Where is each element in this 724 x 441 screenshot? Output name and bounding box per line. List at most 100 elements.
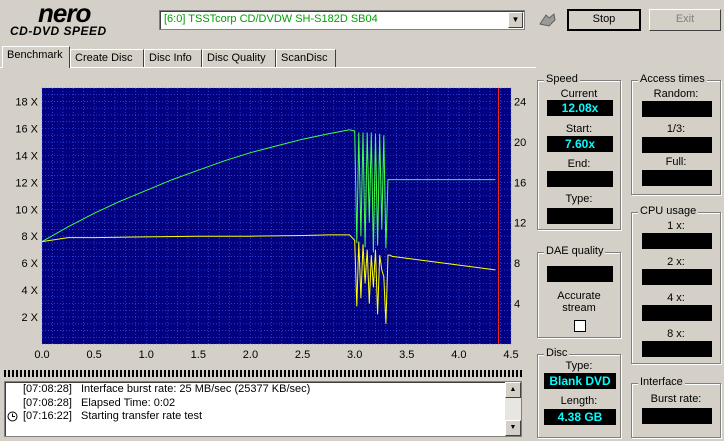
speed-group: Speed Current 12.08x Start: 7.60x End: T… bbox=[537, 73, 621, 230]
random-access-label: Random: bbox=[653, 88, 699, 100]
eject-disc-icon[interactable] bbox=[536, 10, 558, 30]
y-left-tick-label: 18 X bbox=[15, 96, 38, 108]
disc-type-value: Blank DVD bbox=[544, 373, 616, 389]
y-right-tick-label: 12 bbox=[514, 218, 526, 230]
interface-title: Interface bbox=[638, 376, 685, 388]
y-right-tick-label: 4 bbox=[514, 299, 520, 311]
end-speed-label: End: bbox=[567, 158, 591, 170]
cpu-usage-title: CPU usage bbox=[638, 205, 699, 217]
x-tick-label: 0.0 bbox=[34, 349, 49, 361]
accurate-stream-checkbox bbox=[574, 320, 586, 332]
exit-button[interactable]: Exit bbox=[649, 9, 721, 31]
x-tick-label: 3.0 bbox=[347, 349, 362, 361]
stop-button[interactable]: Stop bbox=[567, 9, 641, 31]
logo-product: CD-DVD SPEED bbox=[10, 24, 107, 38]
disc-type-label: Type: bbox=[565, 360, 593, 372]
scroll-down-icon[interactable]: ▼ bbox=[505, 420, 521, 436]
y-left-tick-label: 8 X bbox=[21, 231, 38, 243]
disc-group: Disc Type: Blank DVD Length: 4.38 GB bbox=[537, 347, 621, 438]
disc-title: Disc bbox=[544, 347, 570, 359]
cpu-usage-group: CPU usage 1 x: 2 x: 4 x: 8 x: bbox=[631, 205, 721, 364]
benchmark-chart: 0.0 0.5 1.0 1.5 2.0 2.5 3.0 3.5 4.0 4.5 2 X 4 X 6 X… bbox=[15, 87, 526, 361]
x-tick-label: 4.5 bbox=[503, 349, 518, 361]
speed-title: Speed bbox=[544, 73, 580, 85]
x-tick-label: 2.5 bbox=[295, 349, 310, 361]
log-entry: [07:08:28] Elapsed Time: 0:02 bbox=[5, 397, 505, 410]
log-time: [07:16:22] bbox=[23, 410, 72, 422]
start-speed-value: 7.60x bbox=[547, 136, 613, 152]
y-left-tick-label: 2 X bbox=[21, 312, 38, 324]
x-tick-label: 3.5 bbox=[399, 349, 414, 361]
log-message: Interface burst rate: 25 MB/sec (25377 K… bbox=[81, 383, 311, 395]
cpu-8x-label: 8 x: bbox=[667, 328, 685, 340]
access-times-group: Access times Random: 1/3: Full: bbox=[631, 73, 721, 195]
y-left-tick-label: 10 X bbox=[15, 204, 38, 216]
y-right-tick-label: 8 bbox=[514, 258, 520, 270]
burst-rate-value bbox=[642, 408, 712, 424]
current-speed-label: Current bbox=[560, 88, 598, 100]
y-right-tick-label: 16 bbox=[514, 177, 526, 189]
x-tick-label: 1.5 bbox=[191, 349, 206, 361]
x-tick-label: 2.0 bbox=[243, 349, 258, 361]
disc-length-label: Length: bbox=[560, 395, 598, 407]
access-times-title: Access times bbox=[638, 73, 707, 85]
cpu-2x-label: 2 x: bbox=[667, 256, 685, 268]
full-access-label: Full: bbox=[665, 156, 687, 168]
tab-disc-info[interactable]: Disc Info bbox=[144, 49, 202, 67]
third-access-label: 1/3: bbox=[666, 123, 686, 135]
y-left-tick-label: 4 X bbox=[21, 285, 38, 297]
type-speed-label: Type: bbox=[565, 193, 593, 205]
cpu-4x-value bbox=[642, 305, 712, 321]
log-time: [07:08:28] bbox=[23, 383, 72, 395]
full-access-value bbox=[642, 170, 712, 186]
nero-logo: nero CD-DVD SPEED bbox=[8, 0, 150, 38]
accurate-stream-label: Accurate stream bbox=[557, 290, 601, 314]
y-left-axis-ticks: 2 X 4 X 6 X 8 X 10 X 12 X 14 X 16 X 18 X bbox=[15, 96, 38, 324]
dae-quality-value bbox=[547, 266, 613, 282]
dae-quality-group: DAE quality Accurate stream bbox=[537, 245, 621, 338]
type-speed-value bbox=[547, 208, 613, 224]
cpu-1x-label: 1 x: bbox=[667, 220, 685, 232]
tab-scandisc[interactable]: ScanDisc bbox=[276, 49, 336, 67]
y-right-tick-label: 24 bbox=[514, 96, 526, 108]
log-entry: [07:08:28] Interface burst rate: 25 MB/s… bbox=[5, 383, 505, 396]
log-entry: [07:16:22] Starting transfer rate test bbox=[5, 410, 505, 423]
end-speed-value bbox=[547, 171, 613, 187]
y-left-tick-label: 16 X bbox=[15, 123, 38, 135]
third-access-value bbox=[642, 137, 712, 153]
cpu-4x-label: 4 x: bbox=[667, 292, 685, 304]
chevron-down-icon[interactable]: ▼ bbox=[508, 12, 523, 28]
tab-benchmark[interactable]: Benchmark bbox=[2, 46, 70, 68]
log-panel[interactable]: [07:08:28] Interface burst rate: 25 MB/s… bbox=[4, 381, 522, 437]
disc-length-value: 4.38 GB bbox=[544, 409, 616, 425]
current-speed-value: 12.08x bbox=[547, 100, 613, 116]
tab-disc-quality[interactable]: Disc Quality bbox=[202, 49, 276, 67]
start-speed-label: Start: bbox=[565, 123, 593, 135]
y-right-axis-ticks: 4 8 12 16 20 24 bbox=[514, 96, 526, 310]
x-tick-label: 4.0 bbox=[451, 349, 466, 361]
random-access-value bbox=[642, 101, 712, 117]
drive-select-value: [6:0] TSSTcorp CD/DVDW SH-S182D SB04 bbox=[164, 13, 378, 25]
cpu-8x-value bbox=[642, 341, 712, 357]
tab-create-disc[interactable]: Create Disc bbox=[70, 49, 144, 67]
drive-select[interactable]: [6:0] TSSTcorp CD/DVDW SH-S182D SB04 ▼ bbox=[159, 10, 525, 30]
x-axis-ticks: 0.0 0.5 1.0 1.5 2.0 2.5 3.0 3.5 4.0 4.5 bbox=[34, 349, 518, 361]
interface-group: Interface Burst rate: bbox=[631, 376, 721, 438]
burst-rate-label: Burst rate: bbox=[650, 393, 702, 405]
cpu-2x-value bbox=[642, 269, 712, 285]
x-tick-label: 1.0 bbox=[139, 349, 154, 361]
log-message: Elapsed Time: 0:02 bbox=[81, 397, 176, 409]
log-scrollbar[interactable]: ▲ ▼ bbox=[505, 382, 521, 436]
clock-icon bbox=[7, 411, 18, 422]
progress-bar bbox=[4, 370, 524, 377]
cpu-1x-value bbox=[642, 233, 712, 249]
y-left-tick-label: 6 X bbox=[21, 258, 38, 270]
y-right-tick-label: 20 bbox=[514, 137, 526, 149]
scroll-up-icon[interactable]: ▲ bbox=[505, 382, 521, 398]
dae-quality-title: DAE quality bbox=[544, 245, 606, 257]
log-time: [07:08:28] bbox=[23, 397, 72, 409]
tab-divider bbox=[0, 67, 536, 68]
x-tick-label: 0.5 bbox=[86, 349, 101, 361]
y-left-tick-label: 12 X bbox=[15, 177, 38, 189]
y-left-tick-label: 14 X bbox=[15, 150, 38, 162]
